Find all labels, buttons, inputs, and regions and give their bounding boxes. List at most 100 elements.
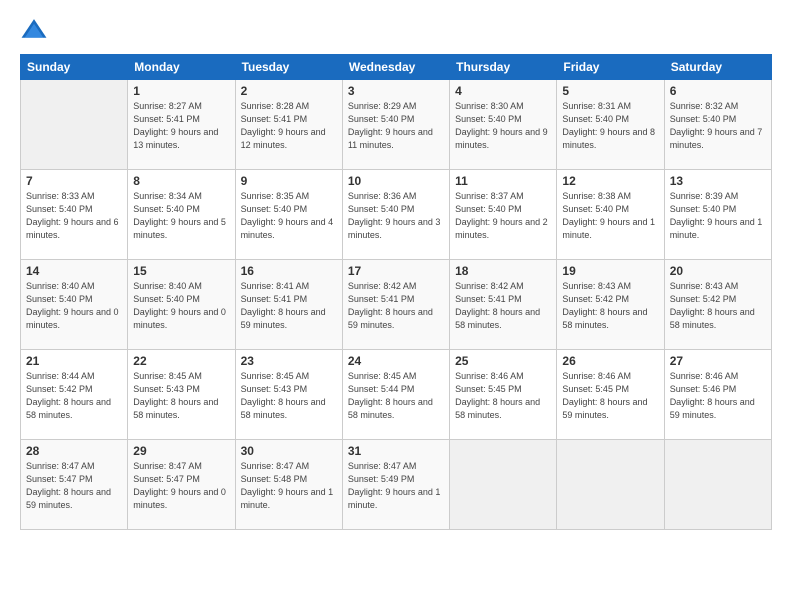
week-row-4: 21 Sunrise: 8:44 AMSunset: 5:42 PMDayligh… [21, 350, 772, 440]
calendar-cell: 3 Sunrise: 8:29 AMSunset: 5:40 PMDaylight… [342, 80, 449, 170]
day-info: Sunrise: 8:32 AMSunset: 5:40 PMDaylight:… [670, 100, 766, 152]
day-number: 14 [26, 264, 122, 278]
day-info: Sunrise: 8:42 AMSunset: 5:41 PMDaylight:… [455, 280, 551, 332]
week-row-1: 1 Sunrise: 8:27 AMSunset: 5:41 PMDaylight… [21, 80, 772, 170]
week-row-2: 7Sunrise: 8:33 AMSunset: 5:40 PMDaylight… [21, 170, 772, 260]
day-number: 24 [348, 354, 444, 368]
day-info: Sunrise: 8:39 AMSunset: 5:40 PMDaylight:… [670, 190, 766, 242]
logo [20, 16, 52, 44]
day-number: 21 [26, 354, 122, 368]
day-number: 15 [133, 264, 229, 278]
day-header-sunday: Sunday [21, 55, 128, 80]
calendar-cell: 25 Sunrise: 8:46 AMSunset: 5:45 PMDayligh… [450, 350, 557, 440]
day-number: 17 [348, 264, 444, 278]
calendar-cell: 14 Sunrise: 8:40 AMSunset: 5:40 PMDayligh… [21, 260, 128, 350]
header [20, 16, 772, 44]
day-header-thursday: Thursday [450, 55, 557, 80]
day-info: Sunrise: 8:46 AMSunset: 5:45 PMDaylight:… [455, 370, 551, 422]
day-info: Sunrise: 8:46 AMSunset: 5:45 PMDaylight:… [562, 370, 658, 422]
header-row: SundayMondayTuesdayWednesdayThursdayFrid… [21, 55, 772, 80]
day-number: 12 [562, 174, 658, 188]
page: SundayMondayTuesdayWednesdayThursdayFrid… [0, 0, 792, 612]
calendar-cell: 16Sunrise: 8:41 AMSunset: 5:41 PMDayligh… [235, 260, 342, 350]
calendar-cell: 2 Sunrise: 8:28 AMSunset: 5:41 PMDaylight… [235, 80, 342, 170]
day-number: 10 [348, 174, 444, 188]
calendar-cell: 11 Sunrise: 8:37 AMSunset: 5:40 PMDayligh… [450, 170, 557, 260]
day-number: 9 [241, 174, 337, 188]
day-number: 13 [670, 174, 766, 188]
calendar-cell: 19Sunrise: 8:43 AMSunset: 5:42 PMDayligh… [557, 260, 664, 350]
calendar-cell: 10 Sunrise: 8:36 AMSunset: 5:40 PMDayligh… [342, 170, 449, 260]
day-info: Sunrise: 8:44 AMSunset: 5:42 PMDaylight:… [26, 370, 122, 422]
day-info: Sunrise: 8:28 AMSunset: 5:41 PMDaylight:… [241, 100, 337, 152]
day-info: Sunrise: 8:36 AMSunset: 5:40 PMDaylight:… [348, 190, 444, 242]
day-info: Sunrise: 8:35 AMSunset: 5:40 PMDaylight:… [241, 190, 337, 242]
day-info: Sunrise: 8:43 AMSunset: 5:42 PMDaylight:… [670, 280, 766, 332]
day-header-monday: Monday [128, 55, 235, 80]
day-number: 5 [562, 84, 658, 98]
day-info: Sunrise: 8:40 AMSunset: 5:40 PMDaylight:… [26, 280, 122, 332]
week-row-3: 14 Sunrise: 8:40 AMSunset: 5:40 PMDayligh… [21, 260, 772, 350]
day-info: Sunrise: 8:45 AMSunset: 5:43 PMDaylight:… [241, 370, 337, 422]
calendar-cell: 4Sunrise: 8:30 AMSunset: 5:40 PMDaylight… [450, 80, 557, 170]
day-number: 27 [670, 354, 766, 368]
day-info: Sunrise: 8:40 AMSunset: 5:40 PMDaylight:… [133, 280, 229, 332]
day-number: 6 [670, 84, 766, 98]
day-header-wednesday: Wednesday [342, 55, 449, 80]
day-header-friday: Friday [557, 55, 664, 80]
day-info: Sunrise: 8:47 AMSunset: 5:48 PMDaylight:… [241, 460, 337, 512]
day-info: Sunrise: 8:47 AMSunset: 5:47 PMDaylight:… [133, 460, 229, 512]
day-header-saturday: Saturday [664, 55, 771, 80]
calendar-cell [557, 440, 664, 530]
day-number: 29 [133, 444, 229, 458]
day-info: Sunrise: 8:27 AMSunset: 5:41 PMDaylight:… [133, 100, 229, 152]
calendar-cell: 12 Sunrise: 8:38 AMSunset: 5:40 PMDayligh… [557, 170, 664, 260]
day-number: 8 [133, 174, 229, 188]
calendar-cell [450, 440, 557, 530]
day-number: 31 [348, 444, 444, 458]
day-info: Sunrise: 8:37 AMSunset: 5:40 PMDaylight:… [455, 190, 551, 242]
day-info: Sunrise: 8:29 AMSunset: 5:40 PMDaylight:… [348, 100, 444, 152]
calendar-body: 1 Sunrise: 8:27 AMSunset: 5:41 PMDaylight… [21, 80, 772, 530]
calendar-header: SundayMondayTuesdayWednesdayThursdayFrid… [21, 55, 772, 80]
calendar-cell [664, 440, 771, 530]
day-number: 16 [241, 264, 337, 278]
calendar-cell: 8 Sunrise: 8:34 AMSunset: 5:40 PMDaylight… [128, 170, 235, 260]
day-number: 11 [455, 174, 551, 188]
calendar-cell: 20Sunrise: 8:43 AMSunset: 5:42 PMDayligh… [664, 260, 771, 350]
calendar: SundayMondayTuesdayWednesdayThursdayFrid… [20, 54, 772, 530]
calendar-cell: 31 Sunrise: 8:47 AMSunset: 5:49 PMDayligh… [342, 440, 449, 530]
calendar-cell: 24 Sunrise: 8:45 AMSunset: 5:44 PMDayligh… [342, 350, 449, 440]
day-number: 18 [455, 264, 551, 278]
day-number: 28 [26, 444, 122, 458]
day-number: 22 [133, 354, 229, 368]
day-number: 3 [348, 84, 444, 98]
calendar-cell: 18 Sunrise: 8:42 AMSunset: 5:41 PMDayligh… [450, 260, 557, 350]
calendar-cell: 6 Sunrise: 8:32 AMSunset: 5:40 PMDaylight… [664, 80, 771, 170]
calendar-cell: 15 Sunrise: 8:40 AMSunset: 5:40 PMDayligh… [128, 260, 235, 350]
week-row-5: 28 Sunrise: 8:47 AMSunset: 5:47 PMDayligh… [21, 440, 772, 530]
calendar-cell: 13 Sunrise: 8:39 AMSunset: 5:40 PMDayligh… [664, 170, 771, 260]
day-number: 1 [133, 84, 229, 98]
calendar-cell: 22 Sunrise: 8:45 AMSunset: 5:43 PMDayligh… [128, 350, 235, 440]
day-number: 2 [241, 84, 337, 98]
day-info: Sunrise: 8:38 AMSunset: 5:40 PMDaylight:… [562, 190, 658, 242]
calendar-cell: 30 Sunrise: 8:47 AMSunset: 5:48 PMDayligh… [235, 440, 342, 530]
day-number: 19 [562, 264, 658, 278]
day-info: Sunrise: 8:47 AMSunset: 5:49 PMDaylight:… [348, 460, 444, 512]
day-info: Sunrise: 8:33 AMSunset: 5:40 PMDaylight:… [26, 190, 122, 242]
calendar-cell: 21 Sunrise: 8:44 AMSunset: 5:42 PMDayligh… [21, 350, 128, 440]
day-info: Sunrise: 8:45 AMSunset: 5:44 PMDaylight:… [348, 370, 444, 422]
day-number: 4 [455, 84, 551, 98]
day-header-tuesday: Tuesday [235, 55, 342, 80]
logo-icon [20, 16, 48, 44]
day-number: 26 [562, 354, 658, 368]
day-number: 30 [241, 444, 337, 458]
calendar-cell: 1 Sunrise: 8:27 AMSunset: 5:41 PMDaylight… [128, 80, 235, 170]
day-info: Sunrise: 8:42 AMSunset: 5:41 PMDaylight:… [348, 280, 444, 332]
day-info: Sunrise: 8:45 AMSunset: 5:43 PMDaylight:… [133, 370, 229, 422]
day-number: 25 [455, 354, 551, 368]
calendar-cell: 27Sunrise: 8:46 AMSunset: 5:46 PMDayligh… [664, 350, 771, 440]
calendar-cell: 17 Sunrise: 8:42 AMSunset: 5:41 PMDayligh… [342, 260, 449, 350]
day-info: Sunrise: 8:34 AMSunset: 5:40 PMDaylight:… [133, 190, 229, 242]
